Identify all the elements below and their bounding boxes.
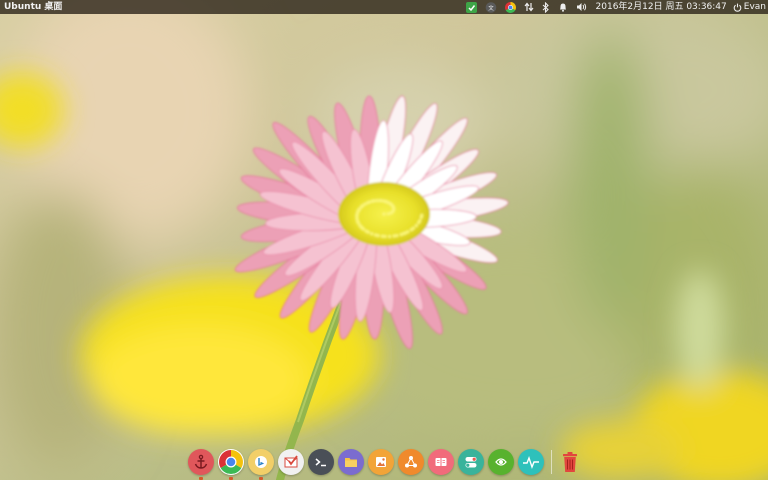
keyboard-layout-icon[interactable]: 文 bbox=[485, 0, 497, 14]
user-menu[interactable]: Evan bbox=[733, 0, 766, 14]
dock-item-reader[interactable] bbox=[427, 448, 454, 475]
dock-item-mail[interactable] bbox=[277, 448, 304, 475]
bluetooth-icon[interactable] bbox=[542, 0, 550, 14]
anchor-icon bbox=[194, 454, 207, 469]
indicator-area: 文 2016年2月12日 周五 03:36:47 Evan bbox=[462, 0, 768, 14]
image-viewer-icon bbox=[375, 456, 386, 467]
running-indicator bbox=[198, 476, 203, 480]
top-panel: Ubuntu 桌面 文 2016年2月12日 周五 03:36:47 Evan bbox=[0, 0, 768, 14]
mail-check-icon bbox=[284, 454, 298, 467]
dock bbox=[180, 443, 588, 480]
toggle-icon bbox=[465, 456, 476, 467]
active-app-title[interactable]: Ubuntu 桌面 bbox=[0, 0, 62, 14]
dock-item-image-viewer[interactable] bbox=[367, 448, 394, 475]
svg-text:文: 文 bbox=[488, 3, 494, 11]
folder-icon bbox=[344, 457, 357, 467]
dock-item-anchor[interactable] bbox=[187, 448, 214, 480]
notification-bell-icon[interactable] bbox=[558, 0, 568, 14]
volume-icon[interactable] bbox=[576, 0, 588, 14]
dock-item-files[interactable] bbox=[337, 448, 364, 475]
nvidia-icon bbox=[494, 457, 507, 466]
app-indicator-icon[interactable] bbox=[465, 0, 477, 14]
dock-item-bing[interactable] bbox=[247, 448, 274, 480]
clock[interactable]: 2016年2月12日 周五 03:36:47 bbox=[596, 0, 727, 14]
dock-item-settings-toggle[interactable] bbox=[457, 448, 484, 475]
dock-item-share[interactable] bbox=[397, 448, 424, 475]
terminal-icon bbox=[315, 457, 326, 466]
running-indicator bbox=[258, 476, 263, 480]
dock-item-system-monitor[interactable] bbox=[517, 448, 544, 475]
share-icon bbox=[404, 455, 417, 467]
desktop-wallpaper bbox=[0, 0, 768, 480]
chrome-tray-icon[interactable] bbox=[504, 0, 516, 14]
dock-item-terminal[interactable] bbox=[307, 448, 334, 475]
reader-icon bbox=[435, 457, 446, 466]
dock-item-nvidia[interactable] bbox=[487, 448, 514, 475]
dock-separator bbox=[550, 449, 552, 474]
chrome-icon bbox=[218, 449, 243, 474]
dock-item-chrome[interactable] bbox=[217, 448, 244, 480]
network-icon[interactable] bbox=[524, 0, 534, 14]
trash-icon bbox=[562, 451, 577, 472]
dock-item-trash[interactable] bbox=[559, 449, 581, 475]
bing-icon bbox=[254, 455, 267, 468]
pulse-icon bbox=[522, 455, 539, 469]
power-icon bbox=[733, 3, 742, 12]
user-name: Evan bbox=[743, 2, 766, 12]
running-indicator bbox=[228, 476, 233, 480]
